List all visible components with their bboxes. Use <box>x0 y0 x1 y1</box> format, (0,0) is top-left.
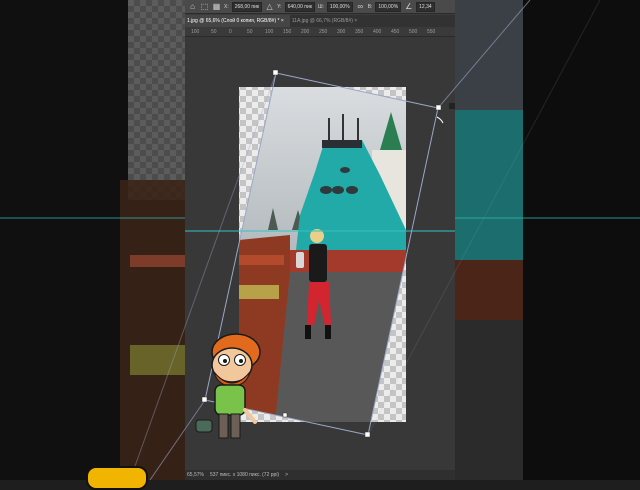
background-right-blur <box>455 0 640 480</box>
ruler-tick: 400 <box>373 29 382 35</box>
status-bar: 65,57% 537 пикс. x 1080 пикс. (72 ppi) > <box>185 470 455 480</box>
ruler-tick: 200 <box>301 29 310 35</box>
yellow-badge <box>86 466 148 490</box>
zoom-level: 65,57% <box>187 472 204 478</box>
tab-label: 1.jpg @ 65,6% (Слой 0 копия, RGB/8#) * <box>187 18 280 24</box>
horizontal-ruler: 100 50 0 50 100 150 200 250 300 350 400 … <box>185 27 455 37</box>
ruler-tick: 300 <box>337 29 346 35</box>
angle-field[interactable]: 12,34 <box>416 1 435 12</box>
link-icon[interactable]: ∞ <box>356 2 365 11</box>
canvas-area[interactable] <box>185 37 455 470</box>
background-left-blur <box>0 0 185 480</box>
transform-options-bar: ⌂ ⬚ ▦ X: 268,00 пик △ Y: 640,00 пик Ш: 1… <box>185 0 455 14</box>
y-field[interactable]: 640,00 пик <box>284 1 315 12</box>
ruler-tick: 100 <box>265 29 274 35</box>
width-field[interactable]: 100,00% <box>326 1 353 12</box>
height-label: В: <box>367 3 373 10</box>
background-left-checker <box>128 0 185 200</box>
ruler-tick: 250 <box>319 29 328 35</box>
ruler-tick: 450 <box>391 29 400 35</box>
tab-1jpg[interactable]: 1.jpg @ 65,6% (Слой 0 копия, RGB/8#) * × <box>185 15 290 27</box>
delta-icon[interactable]: △ <box>265 2 274 11</box>
ruler-tick: 550 <box>427 29 436 35</box>
tab-11ajpg[interactable]: 11A.jpg @ 66,7% (RGB/8#) × <box>290 15 363 27</box>
close-icon[interactable]: × <box>281 18 284 24</box>
background-left-ledge <box>130 345 185 375</box>
y-label: Y: <box>277 3 282 10</box>
home-icon[interactable]: ⌂ <box>188 2 197 11</box>
ruler-tick: 100 <box>191 29 200 35</box>
background-left-wall <box>120 180 185 480</box>
height-field[interactable]: 100,00% <box>375 1 402 12</box>
photoshop-window: ⌂ ⬚ ▦ X: 268,00 пик △ Y: 640,00 пик Ш: 1… <box>185 0 455 480</box>
reference-point-icon[interactable]: ▦ <box>212 2 221 11</box>
ruler-tick: 50 <box>247 29 253 35</box>
background-right-floor <box>455 320 523 480</box>
background-right-roof <box>455 110 523 260</box>
width-label: Ш: <box>317 3 324 10</box>
transform-tool-icon[interactable]: ⬚ <box>200 2 209 11</box>
x-label: X: <box>224 3 229 10</box>
ruler-tick: 500 <box>409 29 418 35</box>
document-tabs: 1.jpg @ 65,6% (Слой 0 копия, RGB/8#) * ×… <box>185 15 455 27</box>
x-field[interactable]: 268,00 пик <box>231 1 263 12</box>
close-icon[interactable]: × <box>354 18 357 24</box>
document-info: 537 пикс. x 1080 пикс. (72 ppi) <box>209 472 280 478</box>
ruler-tick: 0 <box>229 29 232 35</box>
ruler-tick: 150 <box>283 29 292 35</box>
tab-label: 11A.jpg @ 66,7% (RGB/8#) <box>291 18 353 24</box>
ruler-tick: 350 <box>355 29 364 35</box>
background-left-brick <box>130 255 185 267</box>
background-right-wall <box>455 260 523 320</box>
ruler-tick: 50 <box>211 29 217 35</box>
status-menu-arrow[interactable]: > <box>285 472 288 478</box>
angle-icon: ∠ <box>405 2 413 11</box>
